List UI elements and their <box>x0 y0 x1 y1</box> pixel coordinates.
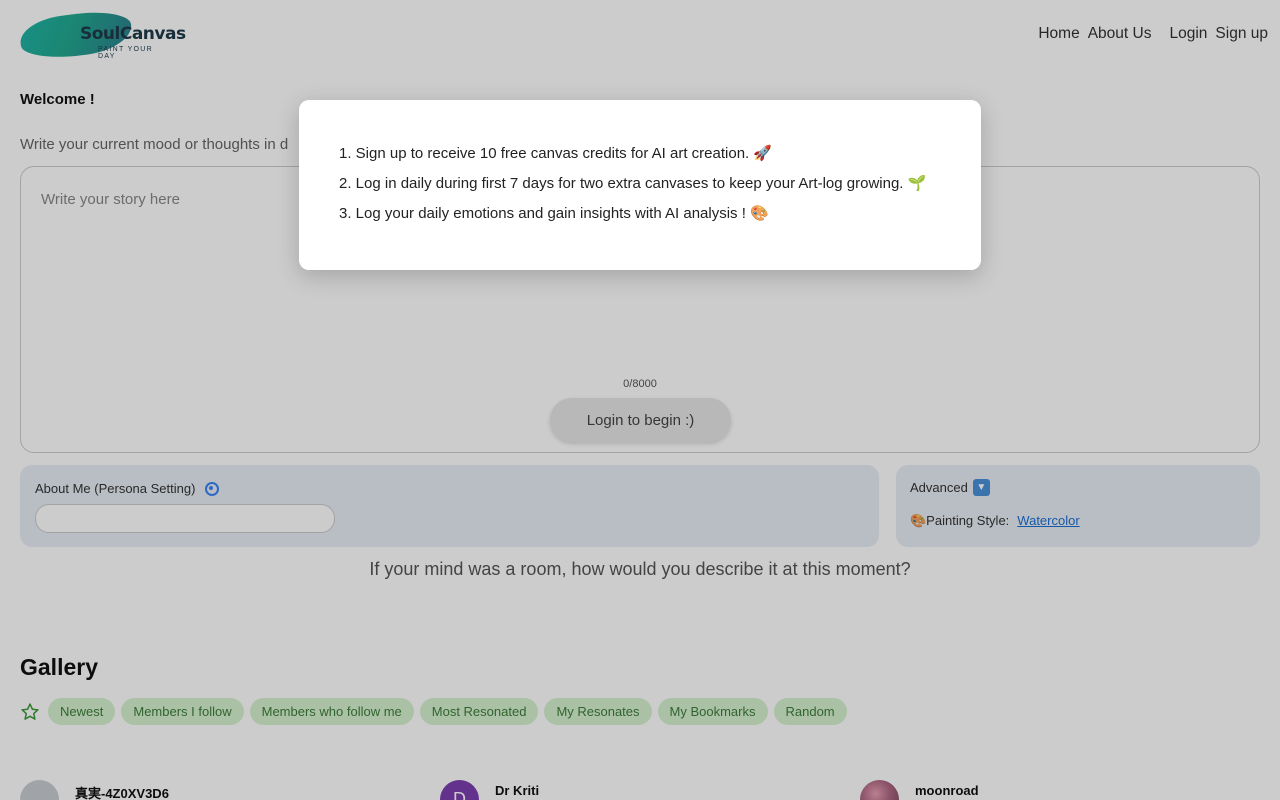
promo-line-3: 3. Log your daily emotions and gain insi… <box>339 205 769 222</box>
signup-promo-modal: 1. Sign up to receive 10 free canvas cre… <box>299 100 981 270</box>
page: SoulCanvas PAINT YOUR DAY Home About Us … <box>0 0 1280 800</box>
promo-line-1: 1. Sign up to receive 10 free canvas cre… <box>339 145 773 162</box>
promo-line-2: 2. Log in daily during first 7 days for … <box>339 175 927 192</box>
